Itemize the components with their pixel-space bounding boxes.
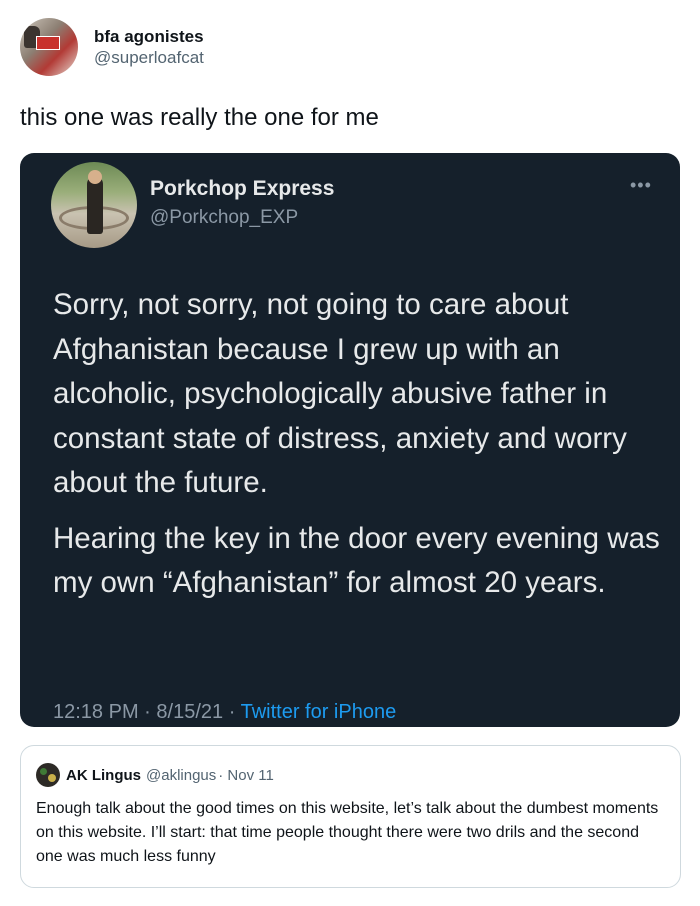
quoted-tweet-date[interactable]: · Nov 11: [218, 767, 274, 784]
avatar-spot: [48, 774, 56, 782]
more-options-icon[interactable]: •••: [630, 175, 652, 196]
avatar[interactable]: [51, 162, 137, 248]
author-handle[interactable]: @superloafcat: [94, 47, 204, 68]
quoted-tweet-header: AK Lingus @aklingus · Nov 11: [36, 763, 274, 787]
tweet-date[interactable]: 8/15/21: [156, 701, 223, 723]
quoted-author-handle[interactable]: @aklingus: [146, 767, 216, 784]
separator: ·: [144, 701, 151, 723]
tweet-paragraph: Hearing the key in the door every evenin…: [53, 521, 660, 600]
sign-figure: [36, 36, 60, 50]
author-block: bfa agonistes @superloafcat: [94, 26, 204, 69]
outer-tweet-header: bfa agonistes @superloafcat: [20, 18, 204, 76]
quoted-author-name[interactable]: AK Lingus: [66, 767, 141, 784]
person-figure: [87, 176, 103, 234]
avatar-spot: [40, 768, 47, 775]
embedded-author-name[interactable]: Porkchop Express: [150, 177, 334, 201]
embedded-author-handle[interactable]: @Porkchop_EXP: [150, 207, 298, 229]
quoted-tweet-text: Enough talk about the good times on this…: [36, 800, 659, 865]
author-name[interactable]: bfa agonistes: [94, 26, 204, 47]
tweet-paragraph: Sorry, not sorry, not going to care abou…: [53, 288, 627, 499]
quoted-tweet-card[interactable]: AK Lingus @aklingus · Nov 11 Enough talk…: [20, 745, 681, 888]
person-head: [88, 170, 102, 184]
avatar[interactable]: [20, 18, 78, 76]
separator: ·: [228, 701, 236, 723]
tweet-text: this one was really the one for me: [20, 104, 379, 131]
tweet-source-link[interactable]: Twitter for iPhone: [241, 701, 397, 723]
tweet-time[interactable]: 12:18 PM: [53, 701, 139, 723]
embedded-tweet-body: Sorry, not sorry, not going to care abou…: [53, 283, 673, 606]
tweet-metadata: 12:18 PM · 8/15/21 · Twitter for iPhone: [53, 701, 396, 724]
embedded-tweet-card[interactable]: Porkchop Express @Porkchop_EXP ••• Sorry…: [20, 153, 680, 727]
avatar[interactable]: [36, 763, 60, 787]
